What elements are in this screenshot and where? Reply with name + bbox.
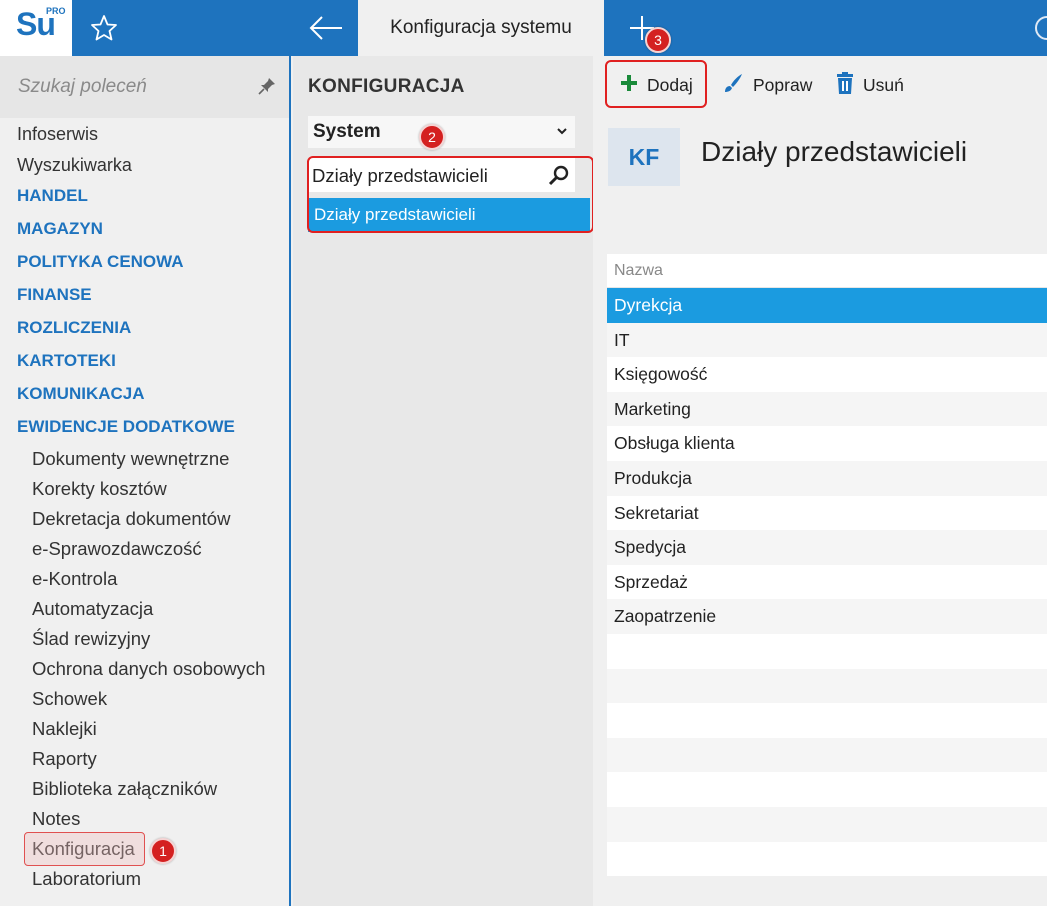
search-highlight-box bbox=[307, 156, 594, 233]
table-row[interactable]: Obsługa klienta bbox=[607, 426, 1047, 461]
menu-item-dokumenty-wewnętrzne[interactable]: Dokumenty wewnętrzne bbox=[32, 448, 229, 470]
menu-item-wyszukiwarka[interactable]: Wyszukiwarka bbox=[17, 155, 132, 176]
table-row[interactable]: Produkcja bbox=[607, 460, 1047, 496]
annotation-badge-2: 2 bbox=[419, 124, 445, 150]
empty-row bbox=[607, 806, 1047, 842]
menu-item-e-kontrola[interactable]: e-Kontrola bbox=[32, 568, 117, 590]
menu-item-laboratorium[interactable]: Laboratorium bbox=[32, 868, 141, 890]
tab-konfiguracja-systemu[interactable]: Konfiguracja systemu bbox=[358, 0, 604, 56]
menu-item-ochrona-danych-osobowych[interactable]: Ochrona danych osobowych bbox=[32, 658, 265, 680]
grid-header-nazwa[interactable]: Nazwa bbox=[607, 254, 1047, 288]
top-bar: Su PRO Konfiguracja systemu bbox=[0, 0, 1047, 56]
pin-icon[interactable] bbox=[257, 76, 277, 96]
table-row[interactable]: Sekretariat bbox=[607, 495, 1047, 531]
menu-item-notes[interactable]: Notes bbox=[32, 808, 80, 830]
module-badge: KF bbox=[608, 128, 680, 186]
command-panel: Szukaj poleceń Infoserwis Wyszukiwarka HAN… bbox=[0, 56, 291, 906]
empty-row bbox=[607, 703, 1047, 738]
menu-item-kartoteki[interactable]: KARTOTEKI bbox=[17, 351, 116, 371]
delete-button[interactable]: Usuń bbox=[835, 66, 904, 104]
category-select-value: System bbox=[313, 121, 381, 142]
detail-panel: Dodaj Popraw Usuń KF Działy przedstawici… bbox=[593, 56, 1047, 906]
annotation-badge-1: 1 bbox=[150, 838, 176, 864]
table-row[interactable]: Księgowość bbox=[607, 357, 1047, 392]
empty-row bbox=[607, 668, 1047, 704]
annotation-badge-3: 3 bbox=[645, 27, 671, 53]
empty-row bbox=[607, 737, 1047, 773]
menu-item-raporty[interactable]: Raporty bbox=[32, 748, 97, 770]
table-row[interactable]: IT bbox=[607, 322, 1047, 358]
table-row[interactable]: Sprzedaż bbox=[607, 564, 1047, 600]
chevron-down-icon bbox=[555, 124, 569, 138]
menu-item-korekty-kosztów[interactable]: Korekty kosztów bbox=[32, 478, 167, 500]
edit-button-label: Popraw bbox=[753, 74, 813, 95]
logo-superscript: PRO bbox=[46, 6, 66, 16]
user-circle-icon[interactable] bbox=[1035, 16, 1047, 40]
back-arrow-icon[interactable] bbox=[306, 10, 346, 46]
table-row[interactable]: Spedycja bbox=[607, 530, 1047, 565]
menu-item-finanse[interactable]: FINANSE bbox=[17, 285, 92, 305]
empty-row bbox=[607, 841, 1047, 877]
menu-item-rozliczenia[interactable]: ROZLICZENIA bbox=[17, 318, 131, 338]
menu-item-polityka-cenowa[interactable]: POLITYKA CENOWA bbox=[17, 252, 184, 272]
toolbar: Dodaj Popraw Usuń bbox=[593, 56, 1047, 112]
menu-item-schowek[interactable]: Schowek bbox=[32, 688, 107, 710]
grid-rows: Dyrekcja IT Księgowość Marketing Obsługa kli… bbox=[607, 288, 1047, 877]
trash-icon bbox=[835, 71, 855, 100]
star-icon[interactable] bbox=[88, 12, 120, 44]
edit-button[interactable]: Popraw bbox=[721, 66, 812, 104]
menu-item-biblioteka-załączników[interactable]: Biblioteka załączników bbox=[32, 778, 217, 800]
menu-item-automatyzacja[interactable]: Automatyzacja bbox=[32, 598, 153, 620]
table-row[interactable]: Dyrekcja bbox=[607, 288, 1047, 323]
configuration-panel: KONFIGURACJA System Działy przedstawicie… bbox=[293, 56, 594, 906]
command-search[interactable]: Szukaj poleceń bbox=[0, 56, 289, 118]
menu-item-ewidencje-dodatkowe[interactable]: EWIDENCJE DODATKOWE bbox=[17, 417, 235, 437]
detail-title: Działy przedstawicieli bbox=[701, 136, 968, 167]
brush-icon bbox=[721, 71, 745, 100]
add-button-highlight bbox=[605, 60, 707, 108]
menu-item-infoserwis[interactable]: Infoserwis bbox=[17, 124, 98, 145]
command-search-placeholder: Szukaj poleceń bbox=[18, 76, 147, 97]
menu-item-handel[interactable]: HANDEL bbox=[17, 186, 88, 206]
delete-button-label: Usuń bbox=[863, 74, 904, 95]
departments-grid: Nazwa Dyrekcja IT Księgowość Marketing Obsłu… bbox=[607, 254, 1047, 877]
menu-item-ślad-rewizyjny[interactable]: Ślad rewizyjny bbox=[32, 628, 150, 650]
configuration-title: KONFIGURACJA bbox=[308, 76, 465, 97]
menu-item-e-sprawozdawczość[interactable]: e-Sprawozdawczość bbox=[32, 538, 202, 560]
table-row[interactable]: Zaopatrzenie bbox=[607, 599, 1047, 634]
menu-item-magazyn[interactable]: MAGAZYN bbox=[17, 219, 103, 239]
menu-item-dekretacja-dokumentów[interactable]: Dekretacja dokumentów bbox=[32, 508, 230, 530]
app-logo[interactable]: Su PRO bbox=[0, 0, 72, 56]
empty-row bbox=[607, 772, 1047, 807]
menu-item-naklejki[interactable]: Naklejki bbox=[32, 718, 97, 740]
empty-row bbox=[607, 633, 1047, 669]
konfiguracja-highlight bbox=[24, 832, 145, 866]
table-row[interactable]: Marketing bbox=[607, 391, 1047, 427]
menu-item-komunikacja[interactable]: KOMUNIKACJA bbox=[17, 384, 145, 404]
